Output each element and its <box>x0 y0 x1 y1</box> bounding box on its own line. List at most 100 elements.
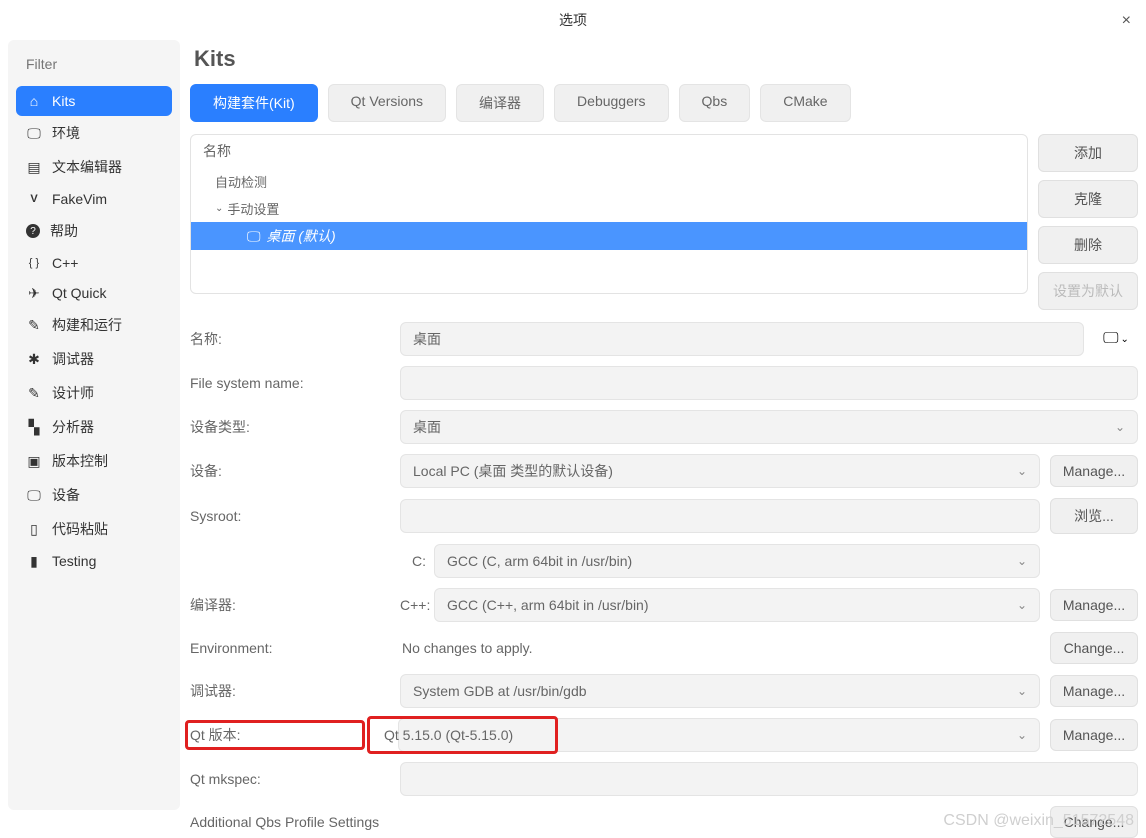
content: Kits 构建套件(Kit) Qt Versions 编译器 Debuggers… <box>190 40 1138 810</box>
bug-icon: ✱ <box>26 351 42 367</box>
close-icon[interactable]: × <box>1122 12 1131 30</box>
kit-list-header: 名称 <box>191 135 1027 168</box>
hammer-icon: ✎ <box>26 317 42 333</box>
kit-list[interactable]: 名称 自动检测 ⌄手动设置 🖵桌面 (默认) <box>190 134 1028 294</box>
devicetype-label: 设备类型: <box>190 417 390 437</box>
sidebar-item-build[interactable]: ✎ 构建和运行 <box>16 308 172 342</box>
sidebar-item-designer[interactable]: ✎设计师 <box>16 376 172 410</box>
sidebar-item-label: 环境 <box>52 123 80 143</box>
page-title: Kits <box>190 46 1138 72</box>
fsname-label: File system name: <box>190 375 390 391</box>
kits-icon: ⌂ <box>26 93 42 109</box>
sysroot-input[interactable] <box>400 499 1040 533</box>
monitor-icon: 🖵 <box>1103 330 1118 348</box>
sidebar-item-texteditor[interactable]: ▤ 文本编辑器 <box>16 150 172 184</box>
tab-qbs[interactable]: Qbs <box>679 84 751 122</box>
sidebar-item-devices[interactable]: 🖵设备 <box>16 478 172 512</box>
kit-row-desktop[interactable]: 🖵桌面 (默认) <box>191 222 1027 250</box>
sidebar-item-label: 分析器 <box>52 417 94 437</box>
device-manage-button[interactable]: Manage... <box>1050 455 1138 487</box>
kit-area: 名称 自动检测 ⌄手动设置 🖵桌面 (默认) 添加 克隆 删除 设置为默认 <box>190 134 1138 310</box>
environment-change-button[interactable]: Change... <box>1050 632 1138 664</box>
sidebar-item-label: C++ <box>52 255 78 271</box>
window-title: 选项 <box>559 10 587 30</box>
tab-row: 构建套件(Kit) Qt Versions 编译器 Debuggers Qbs … <box>190 84 1138 122</box>
sidebar-item-label: 构建和运行 <box>52 315 122 335</box>
qtversion-value-highlighted: Qt 5.15.0 (Qt-5.15.0) <box>367 716 558 754</box>
kit-group-auto[interactable]: 自动检测 <box>191 168 1027 195</box>
sidebar-item-paste[interactable]: ▯ 代码粘贴 <box>16 512 172 546</box>
sidebar-item-label: 文本编辑器 <box>52 157 122 177</box>
chevron-down-icon: ⌄ <box>1017 598 1027 612</box>
sidebar-item-label: 代码粘贴 <box>52 519 108 539</box>
sidebar-item-vcs[interactable]: ▣ 版本控制 <box>16 444 172 478</box>
chart-icon: ▚ <box>26 419 42 435</box>
sidebar-item-label: 调试器 <box>52 349 94 369</box>
chevron-down-icon: ⌄ <box>1017 684 1027 698</box>
sidebar-item-debugger[interactable]: ✱ 调试器 <box>16 342 172 376</box>
row-name: 名称: 桌面 🖵⌄ <box>190 322 1138 356</box>
qtversion-manage-button[interactable]: Manage... <box>1050 719 1138 751</box>
sidebar-item-fakevim[interactable]: V FakeVim <box>16 184 172 214</box>
device-icon: 🖵 <box>26 487 42 503</box>
mkspec-input[interactable] <box>400 762 1138 796</box>
sidebar-item-help[interactable]: ?帮助 <box>16 214 172 248</box>
sidebar-item-kits[interactable]: ⌂Kits <box>16 86 172 116</box>
kit-group-manual[interactable]: ⌄手动设置 <box>191 195 1027 222</box>
sidebar-item-cpp[interactable]: { }C++ <box>16 248 172 278</box>
row-environment: Environment: No changes to apply. Change… <box>190 632 1138 664</box>
tab-cmake[interactable]: CMake <box>760 84 850 122</box>
fsname-input[interactable] <box>400 366 1138 400</box>
sidebar-item-analyzer[interactable]: ▚ 分析器 <box>16 410 172 444</box>
name-label: 名称: <box>190 329 390 349</box>
c-compiler-select[interactable]: GCC (C, arm 64bit in /usr/bin)⌄ <box>434 544 1040 578</box>
sidebar-item-label: 版本控制 <box>52 451 108 471</box>
add-button[interactable]: 添加 <box>1038 134 1138 172</box>
device-select[interactable]: Local PC (桌面 类型的默认设备)⌄ <box>400 454 1040 488</box>
kit-form: 名称: 桌面 🖵⌄ File system name: 设备类型: 桌面⌄ 设备… <box>190 322 1138 838</box>
compiler-manage-button[interactable]: Manage... <box>1050 589 1138 621</box>
sidebar-item-qtquick[interactable]: ✈Qt Quick <box>16 278 172 308</box>
qbs-label: Additional Qbs Profile Settings <box>190 814 1040 830</box>
qtversion-text: Qt 5.15.0 (Qt-5.15.0) <box>372 721 553 749</box>
vcs-icon: ▣ <box>26 453 42 469</box>
row-fsname: File system name: <box>190 366 1138 400</box>
remove-button[interactable]: 删除 <box>1038 226 1138 264</box>
debugger-label: 调试器: <box>190 681 390 701</box>
tab-compilers[interactable]: 编译器 <box>456 84 544 122</box>
tab-kits[interactable]: 构建套件(Kit) <box>190 84 318 122</box>
qtversion-label-highlighted: Qt 版本: <box>185 720 365 750</box>
cpp-label: C++: <box>400 597 426 613</box>
row-devicetype: 设备类型: 桌面⌄ <box>190 410 1138 444</box>
main-area: ⌂Kits 🖵环境 ▤文本编辑器 VFakeVim ?帮助 { }C++ ✈Qt… <box>0 40 1146 810</box>
document-icon: ▤ <box>26 159 42 175</box>
sidebar-item-environment[interactable]: 🖵 环境 <box>16 116 172 150</box>
row-compiler-cpp: 编译器: C++: GCC (C++, arm 64bit in /usr/bi… <box>190 588 1138 622</box>
filter-input[interactable] <box>16 48 172 80</box>
sidebar-item-label: 帮助 <box>50 221 78 241</box>
kit-name: 桌面 (默认) <box>267 226 336 246</box>
sysroot-browse-button[interactable]: 浏览... <box>1050 498 1138 534</box>
tab-qtversions[interactable]: Qt Versions <box>328 84 446 122</box>
cpp-compiler-select[interactable]: GCC (C++, arm 64bit in /usr/bin)⌄ <box>434 588 1040 622</box>
device-icon-selector[interactable]: 🖵⌄ <box>1094 322 1138 356</box>
debugger-select[interactable]: System GDB at /usr/bin/gdb⌄ <box>400 674 1040 708</box>
clipboard-icon: ▯ <box>26 521 42 537</box>
vim-icon: V <box>26 191 42 207</box>
name-input[interactable]: 桌面 <box>400 322 1084 356</box>
setdefault-button[interactable]: 设置为默认 <box>1038 272 1138 310</box>
sidebar-item-label: FakeVim <box>52 191 107 207</box>
monitor-icon: 🖵 <box>26 125 42 141</box>
sidebar-item-label: 设计师 <box>52 383 94 403</box>
kit-buttons: 添加 克隆 删除 设置为默认 <box>1038 134 1138 310</box>
tab-debuggers[interactable]: Debuggers <box>554 84 669 122</box>
row-mkspec: Qt mkspec: <box>190 762 1138 796</box>
devicetype-select[interactable]: 桌面⌄ <box>400 410 1138 444</box>
row-qtversion: Qt 版本: Qt 5.15.0 (Qt-5.15.0) .⌄ Manage..… <box>190 718 1138 752</box>
environment-label: Environment: <box>190 640 390 656</box>
sidebar-item-testing[interactable]: ▮Testing <box>16 546 172 576</box>
debugger-manage-button[interactable]: Manage... <box>1050 675 1138 707</box>
chevron-down-icon: ⌄ <box>1017 464 1027 478</box>
clone-button[interactable]: 克隆 <box>1038 180 1138 218</box>
titlebar: 选项 × <box>0 0 1146 40</box>
